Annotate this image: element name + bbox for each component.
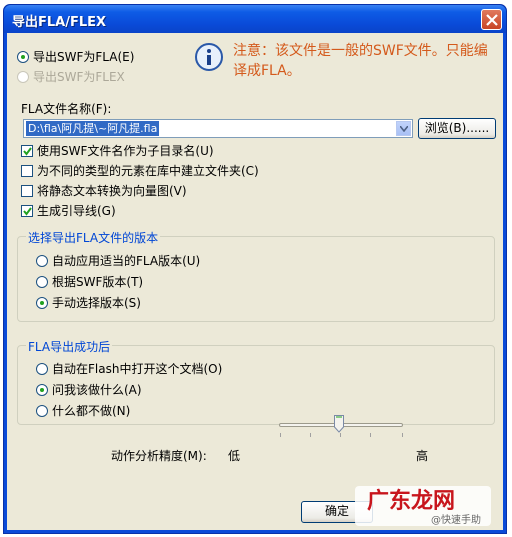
radio-button[interactable] [36,363,48,375]
precision-low-label: 低 [228,449,241,463]
title-bar[interactable]: 导出FLA/FLEX [4,5,506,33]
radio-label: 什么都不做(N) [52,404,131,418]
group-title: 选择导出FLA文件的版本 [26,229,161,246]
dialog-window: 导出FLA/FLEX 导出SWF为FLA(E) 导出SWF为FLEX 注意：该文… [3,4,507,534]
radio-ask-me[interactable]: 问我该做什么(A) [36,383,142,397]
radio-export-fla[interactable]: 导出SWF为FLA(E) [17,50,134,64]
checkbox[interactable] [21,165,33,177]
radio-manual-version[interactable]: 手动选择版本(S) [36,296,141,310]
radio-label: 手动选择版本(S) [52,296,141,310]
svg-text:@快速手助: @快速手助 [431,513,481,526]
filename-combobox[interactable]: D:\fla\阿凡提\~阿凡提.fla [23,119,413,138]
filename-label: FLA文件名称(F): [21,102,112,116]
checkbox-label: 为不同的类型的元素在库中建立文件夹(C) [37,164,259,178]
checkbox-label: 生成引导线(G) [37,204,116,218]
radio-label: 根据SWF版本(T) [52,275,144,289]
combo-dropdown-button[interactable] [396,121,411,136]
slider-tick [402,433,403,437]
radio-swf-version[interactable]: 根据SWF版本(T) [36,275,143,289]
checkmark-icon [23,207,32,216]
checkbox[interactable] [21,145,33,157]
after-export-group: FLA导出成功后 自动在Flash中打开这个文档(O) 问我该做什么(A) 什么… [17,338,495,425]
browse-button[interactable]: 浏览(B)...... [418,118,496,139]
checkbox-label: 使用SWF文件名作为子目录名(U) [37,144,214,158]
radio-label: 导出SWF为FLA(E) [33,50,135,64]
radio-button[interactable] [17,51,29,63]
filename-value[interactable]: D:\fla\阿凡提\~阿凡提.fla [26,121,160,136]
radio-auto-version[interactable]: 自动应用适当的FLA版本(U) [36,254,200,268]
radio-export-flex: 导出SWF为FLEX [17,70,125,84]
radio-do-nothing[interactable]: 什么都不做(N) [36,404,130,418]
checkbox-use-subdir[interactable]: 使用SWF文件名作为子目录名(U) [21,144,214,158]
svg-text:广东龙网: 广东龙网 [367,488,455,514]
info-icon [195,43,223,71]
close-icon [486,14,498,26]
radio-button[interactable] [36,255,48,267]
precision-label: 动作分析精度(M): [111,449,207,463]
version-group: 选择导出FLA文件的版本 自动应用适当的FLA版本(U) 根据SWF版本(T) … [17,229,495,322]
slider-tick [310,433,311,437]
precision-slider-thumb[interactable] [333,415,344,433]
slider-tick [340,433,341,437]
radio-button[interactable] [36,276,48,288]
radio-button[interactable] [36,384,48,396]
slider-tick [370,433,371,437]
slider-tick [280,433,281,437]
precision-high-label: 高 [416,449,429,463]
chevron-down-icon [400,126,408,132]
checkbox-label: 将静态文本转换为向量图(V) [37,184,187,198]
radio-label: 自动应用适当的FLA版本(U) [52,254,201,268]
checkbox-text-to-vector[interactable]: 将静态文本转换为向量图(V) [21,184,187,198]
checkmark-icon [23,147,32,156]
dialog-body: 导出SWF为FLA(E) 导出SWF为FLEX 注意：该文件是一般的SWF文件。… [7,33,503,530]
notice-text: 注意：该文件是一般的SWF文件。只能编译成FLA。 [233,43,488,79]
radio-label: 导出SWF为FLEX [33,70,125,84]
checkbox-library-folders[interactable]: 为不同的类型的元素在库中建立文件夹(C) [21,164,259,178]
radio-label: 问我该做什么(A) [52,383,142,397]
radio-open-in-flash[interactable]: 自动在Flash中打开这个文档(O) [36,362,222,376]
radio-button [17,71,29,83]
checkbox[interactable] [21,205,33,217]
checkbox[interactable] [21,185,33,197]
radio-button[interactable] [36,297,48,309]
radio-button[interactable] [36,405,48,417]
window-title: 导出FLA/FLEX [12,15,107,30]
radio-label: 自动在Flash中打开这个文档(O) [52,362,223,376]
watermark-logo: 广东龙网 @快速手助 [353,484,493,528]
close-button[interactable] [481,9,502,30]
group-title: FLA导出成功后 [26,338,113,355]
checkbox-guide-lines[interactable]: 生成引导线(G) [21,204,116,218]
